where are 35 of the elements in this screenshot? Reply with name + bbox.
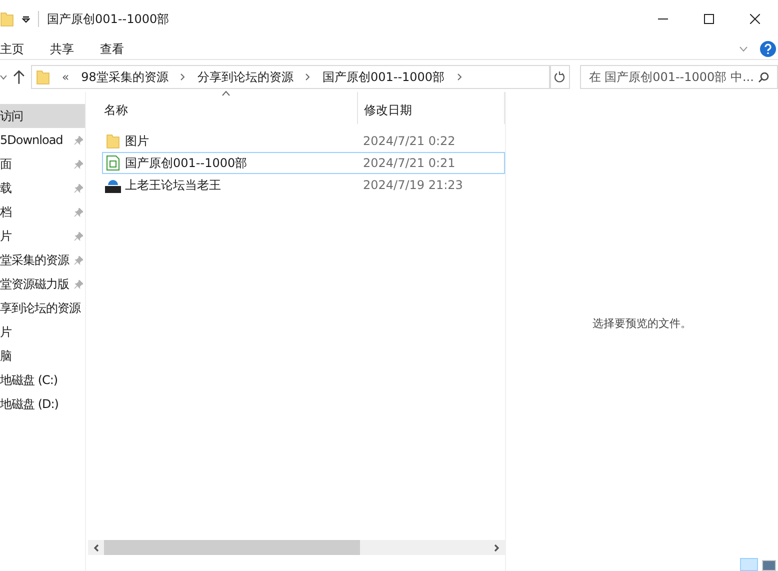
window-title: 国产原创001--1000部	[47, 11, 170, 28]
breadcrumb-item[interactable]: 国产原创001--1000部	[322, 68, 445, 86]
sidebar-item[interactable]: 档	[0, 200, 85, 224]
sidebar-item[interactable]: 堂采集的资源	[0, 248, 85, 272]
modified-date: 2024/7/21 0:21	[363, 155, 456, 172]
sidebar-item[interactable]: 片	[0, 224, 85, 248]
file-row[interactable]: 国产原创001--1000部 2024/7/21 0:21	[102, 152, 505, 174]
sidebar-item[interactable]: 访问	[0, 104, 85, 128]
sidebar-item[interactable]: 地磁盘 (C:)	[0, 368, 85, 392]
sidebar-item[interactable]: 享到论坛的资源	[0, 296, 85, 320]
ribbon-tab[interactable]: 主页	[0, 38, 37, 59]
sidebar-item[interactable]: 地磁盘 (D:)	[0, 392, 85, 416]
sidebar-item[interactable]: 5Download	[0, 128, 85, 152]
sidebar-item[interactable]: 片	[0, 320, 85, 344]
preview-message: 选择要预览的文件。	[592, 316, 692, 332]
file-name: 国产原创001--1000部	[125, 155, 248, 172]
ribbon-tab[interactable]: 查看	[87, 38, 137, 59]
column-header[interactable]: 名称	[86, 92, 358, 124]
file-row[interactable]: 图片 2024/7/21 0:22	[102, 130, 505, 152]
search-field[interactable]: 在 国产原创001--1000部 中...	[580, 65, 778, 89]
modified-date: 2024/7/21 0:22	[363, 133, 456, 150]
modified-date: 2024/7/19 21:23	[363, 177, 463, 194]
breadcrumb-item[interactable]: 98堂采集的资源	[81, 68, 168, 86]
sidebar-item[interactable]: 面	[0, 152, 85, 176]
sidebar-item[interactable]: 载	[0, 176, 85, 200]
file-row[interactable]: 上老王论坛当老王 2024/7/19 21:23	[102, 174, 505, 196]
file-name: 上老王论坛当老王	[125, 177, 222, 194]
sidebar-item[interactable]: 堂资源磁力版	[0, 272, 85, 296]
address-bar[interactable]: « 98堂采集的资源 分享到论坛的资源 国产原创001--1000部	[30, 65, 550, 89]
file-name: 图片	[125, 133, 150, 150]
ribbon-tab[interactable]: 共享	[37, 38, 87, 59]
column-header[interactable]: 修改日期	[358, 92, 505, 124]
breadcrumb-item[interactable]: 分享到论坛的资源	[197, 68, 294, 86]
sidebar-item[interactable]: 脑	[0, 344, 85, 368]
overflow-chevron[interactable]: «	[62, 68, 70, 86]
